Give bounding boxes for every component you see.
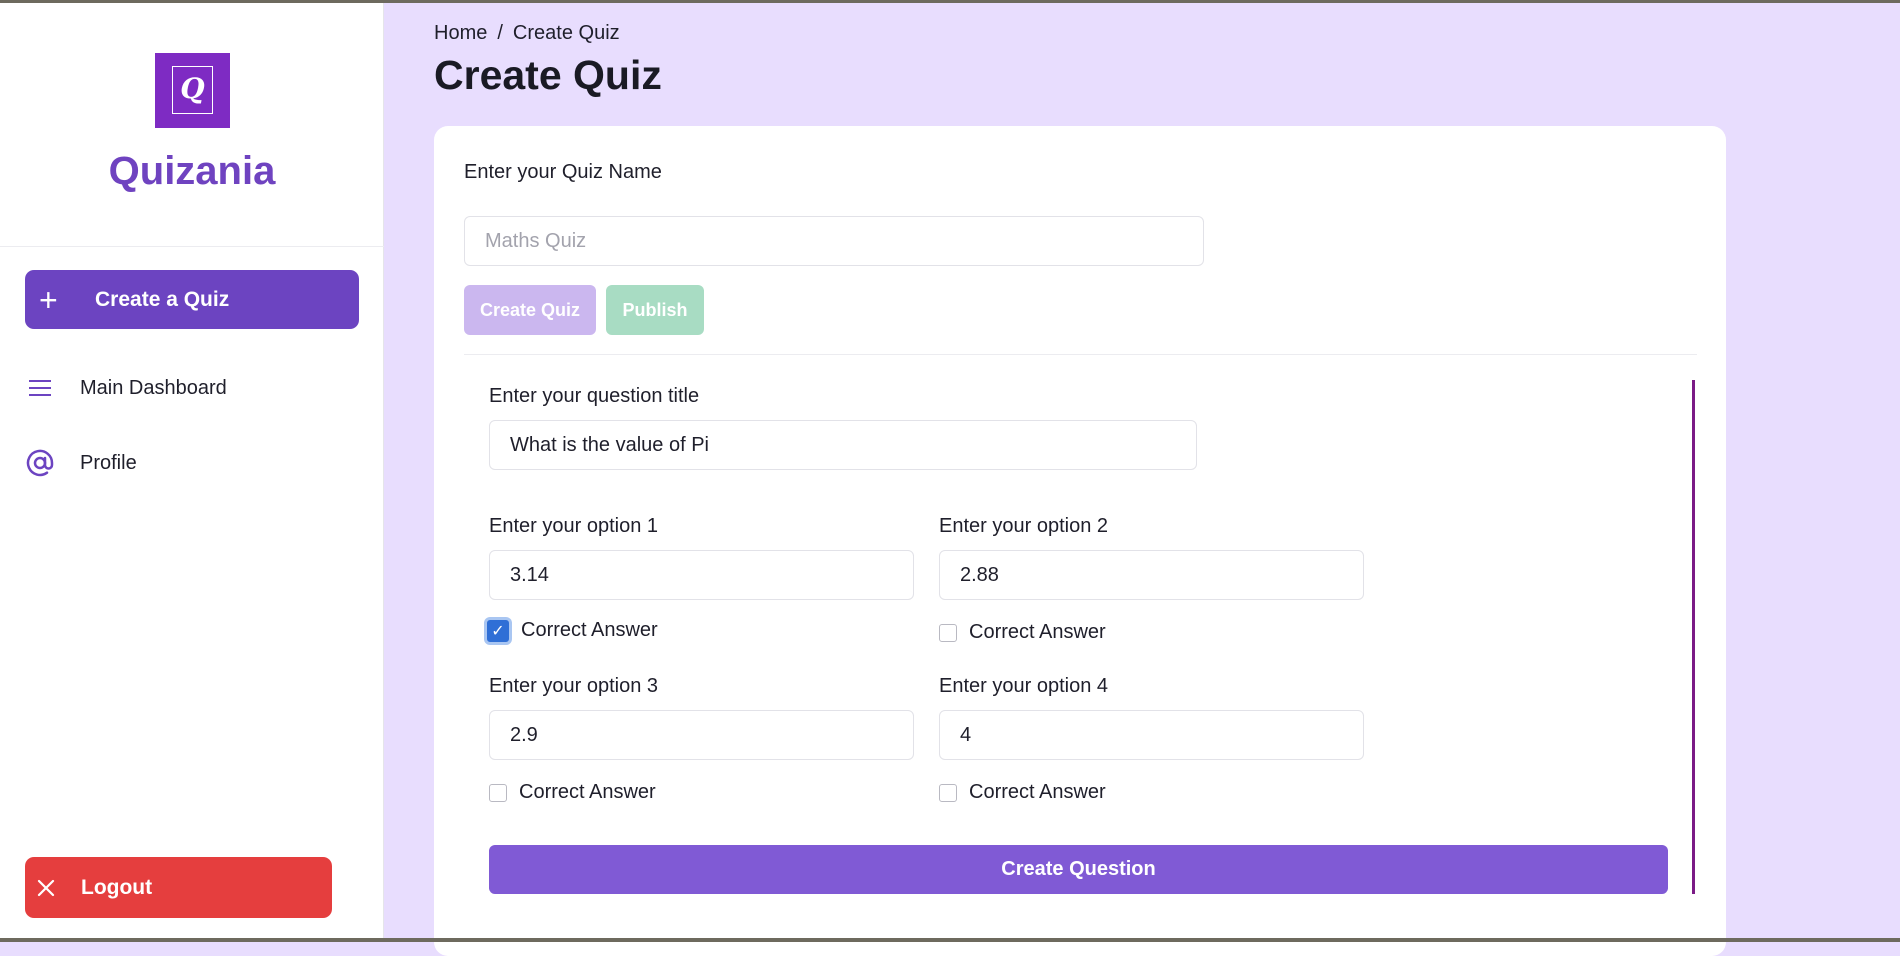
breadcrumb-current: Create Quiz	[512, 22, 620, 44]
quiz-name-input[interactable]	[464, 216, 1204, 266]
close-icon	[37, 875, 59, 901]
sidebar-item-main-dashboard[interactable]: Main Dashboard	[25, 368, 359, 408]
sidebar-divider	[0, 246, 384, 247]
publish-button[interactable]: Publish	[606, 285, 704, 335]
question-title-label: Enter your question title	[489, 385, 700, 407]
sidebar: Q Quizania + Create a Quiz Main Dashboar…	[0, 3, 384, 938]
plus-icon: +	[39, 281, 58, 318]
correct-answer-label: Correct Answer	[519, 781, 656, 803]
create-quiz-nav-label: Create a Quiz	[95, 287, 230, 311]
at-sign-icon	[25, 448, 55, 478]
quiz-name-label: Enter your Quiz Name	[464, 161, 662, 183]
create-quiz-button[interactable]: Create Quiz	[464, 285, 596, 335]
checkbox-icon	[939, 783, 957, 802]
correct-answer-label: Correct Answer	[969, 621, 1106, 643]
create-question-button[interactable]: Create Question	[489, 845, 1668, 894]
option-3-input[interactable]	[489, 710, 914, 760]
option-2-input[interactable]	[939, 550, 1364, 600]
logout-button[interactable]: Logout	[25, 857, 332, 918]
checkbox-checked-icon: ✓	[487, 619, 509, 642]
checkbox-icon	[489, 783, 507, 802]
breadcrumb-home-link[interactable]: Home	[434, 22, 487, 44]
option-4-correct-checkbox[interactable]: Correct Answer	[939, 781, 1106, 804]
breadcrumb-separator: /	[497, 22, 503, 44]
option-3-label: Enter your option 3	[489, 675, 658, 697]
question-title-input[interactable]	[489, 420, 1197, 470]
menu-icon	[25, 373, 55, 403]
correct-answer-label: Correct Answer	[521, 619, 658, 641]
correct-answer-label: Correct Answer	[969, 781, 1106, 803]
question-accent-line	[1692, 380, 1695, 894]
sidebar-item-label: Profile	[80, 451, 137, 474]
sidebar-item-profile[interactable]: Profile	[25, 443, 359, 483]
option-2-correct-checkbox[interactable]: Correct Answer	[939, 621, 1106, 644]
option-4-input[interactable]	[939, 710, 1364, 760]
create-quiz-nav-button[interactable]: + Create a Quiz	[25, 270, 359, 329]
option-3-correct-checkbox[interactable]: Correct Answer	[489, 781, 656, 804]
brand-name: Quizania	[108, 149, 276, 193]
window-bottom-border	[0, 938, 1900, 942]
option-1-input[interactable]	[489, 550, 914, 600]
page-title: Create Quiz	[434, 52, 662, 98]
option-2-label: Enter your option 2	[939, 515, 1108, 537]
breadcrumb: Home / Create Quiz	[434, 22, 620, 45]
logo: Q	[155, 53, 230, 128]
logout-label: Logout	[81, 875, 153, 899]
option-1-label: Enter your option 1	[489, 515, 658, 537]
option-4-label: Enter your option 4	[939, 675, 1108, 697]
checkbox-icon	[939, 623, 957, 642]
sidebar-item-label: Main Dashboard	[80, 376, 227, 399]
card-divider	[464, 354, 1697, 355]
logo-letter: Q	[172, 66, 213, 114]
option-1-correct-checkbox[interactable]: ✓ Correct Answer	[487, 619, 658, 642]
